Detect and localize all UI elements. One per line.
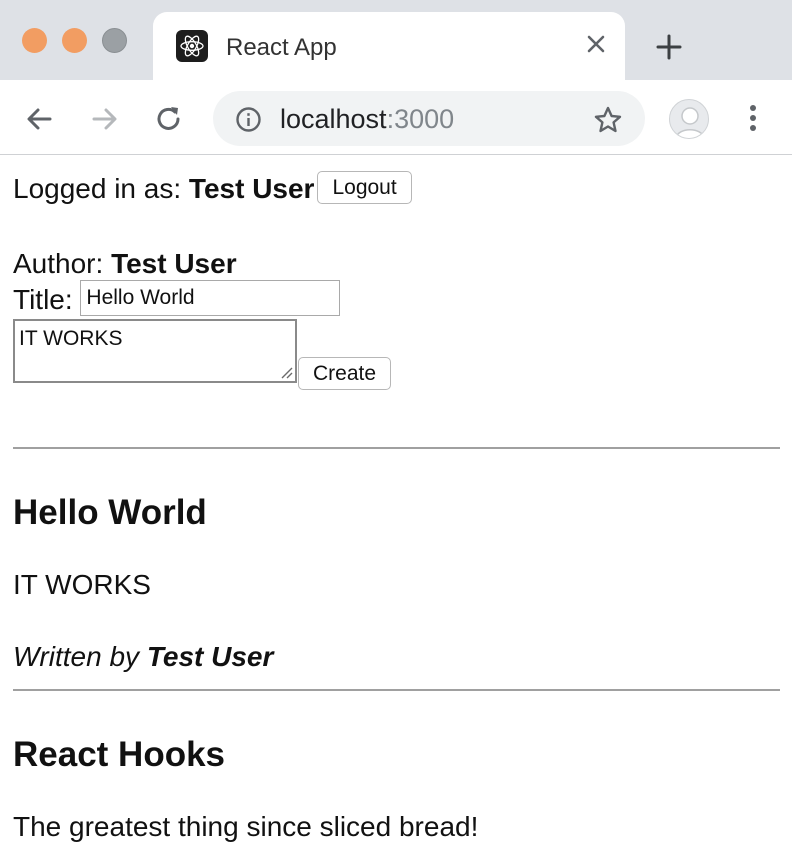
bookmark-star-icon[interactable] <box>593 105 623 135</box>
post-title: Hello World <box>13 493 207 532</box>
create-post-form: Author: Test User Title: Hello World IT … <box>13 246 779 395</box>
browser-menu-icon[interactable] <box>741 100 765 136</box>
reload-icon[interactable] <box>152 102 186 136</box>
profile-avatar[interactable] <box>669 99 709 139</box>
post-title: React Hooks <box>13 735 226 774</box>
browser-tab-active[interactable]: React App <box>153 12 625 80</box>
title-label: Title: <box>13 284 81 315</box>
post: React Hooks The greatest thing since sli… <box>13 691 779 845</box>
author-name: Test User <box>111 248 237 279</box>
post: Hello World IT WORKS Written by Test Use… <box>13 449 779 675</box>
site-info-icon[interactable] <box>235 106 262 133</box>
browser-tab-strip: React App <box>0 0 792 80</box>
address-bar[interactable]: localhost:3000 <box>213 91 645 146</box>
browser-toolbar: localhost:3000 <box>0 80 792 155</box>
post-content: IT WORKS <box>13 569 151 600</box>
new-tab-plus-icon[interactable] <box>652 30 686 64</box>
react-logo-icon <box>176 30 208 62</box>
author-row: Author: Test User <box>13 246 779 282</box>
content-textarea[interactable]: IT WORKS <box>13 319 297 383</box>
back-arrow-icon[interactable] <box>22 102 56 136</box>
logged-in-label: Logged in as: <box>13 173 189 204</box>
content-text: IT WORKS <box>19 327 123 350</box>
url-port: :3000 <box>386 104 455 134</box>
logged-in-username: Test User <box>188 173 315 204</box>
byline-prefix: Written by <box>13 641 147 672</box>
tab-close-icon[interactable] <box>581 29 611 59</box>
title-input[interactable]: Hello World <box>80 279 341 316</box>
post-content: The greatest thing since sliced bread! <box>13 811 479 842</box>
author-label: Author: <box>13 248 112 279</box>
window-close-control[interactable] <box>22 28 47 53</box>
post-author: Test User <box>146 641 274 672</box>
post-byline: Written by Test User <box>13 639 779 675</box>
page-content: Logged in as: Test User Logout Author: Te… <box>0 155 792 845</box>
url-host: localhost <box>280 104 387 134</box>
title-row: Title: Hello World <box>13 279 779 318</box>
window-minimize-control[interactable] <box>62 28 87 53</box>
logout-button[interactable]: Logout <box>317 171 412 205</box>
resize-grip-icon[interactable] <box>279 365 293 379</box>
user-bar: Logged in as: Test User Logout <box>13 170 779 208</box>
tab-title: React App <box>226 34 337 61</box>
profile-avatar-icon <box>675 107 705 138</box>
forward-arrow-icon[interactable] <box>88 102 122 136</box>
create-button[interactable]: Create <box>298 357 392 390</box>
window-maximize-control[interactable] <box>102 28 127 53</box>
url-text: localhost:3000 <box>280 104 454 135</box>
content-row: IT WORKS Create <box>13 319 779 395</box>
